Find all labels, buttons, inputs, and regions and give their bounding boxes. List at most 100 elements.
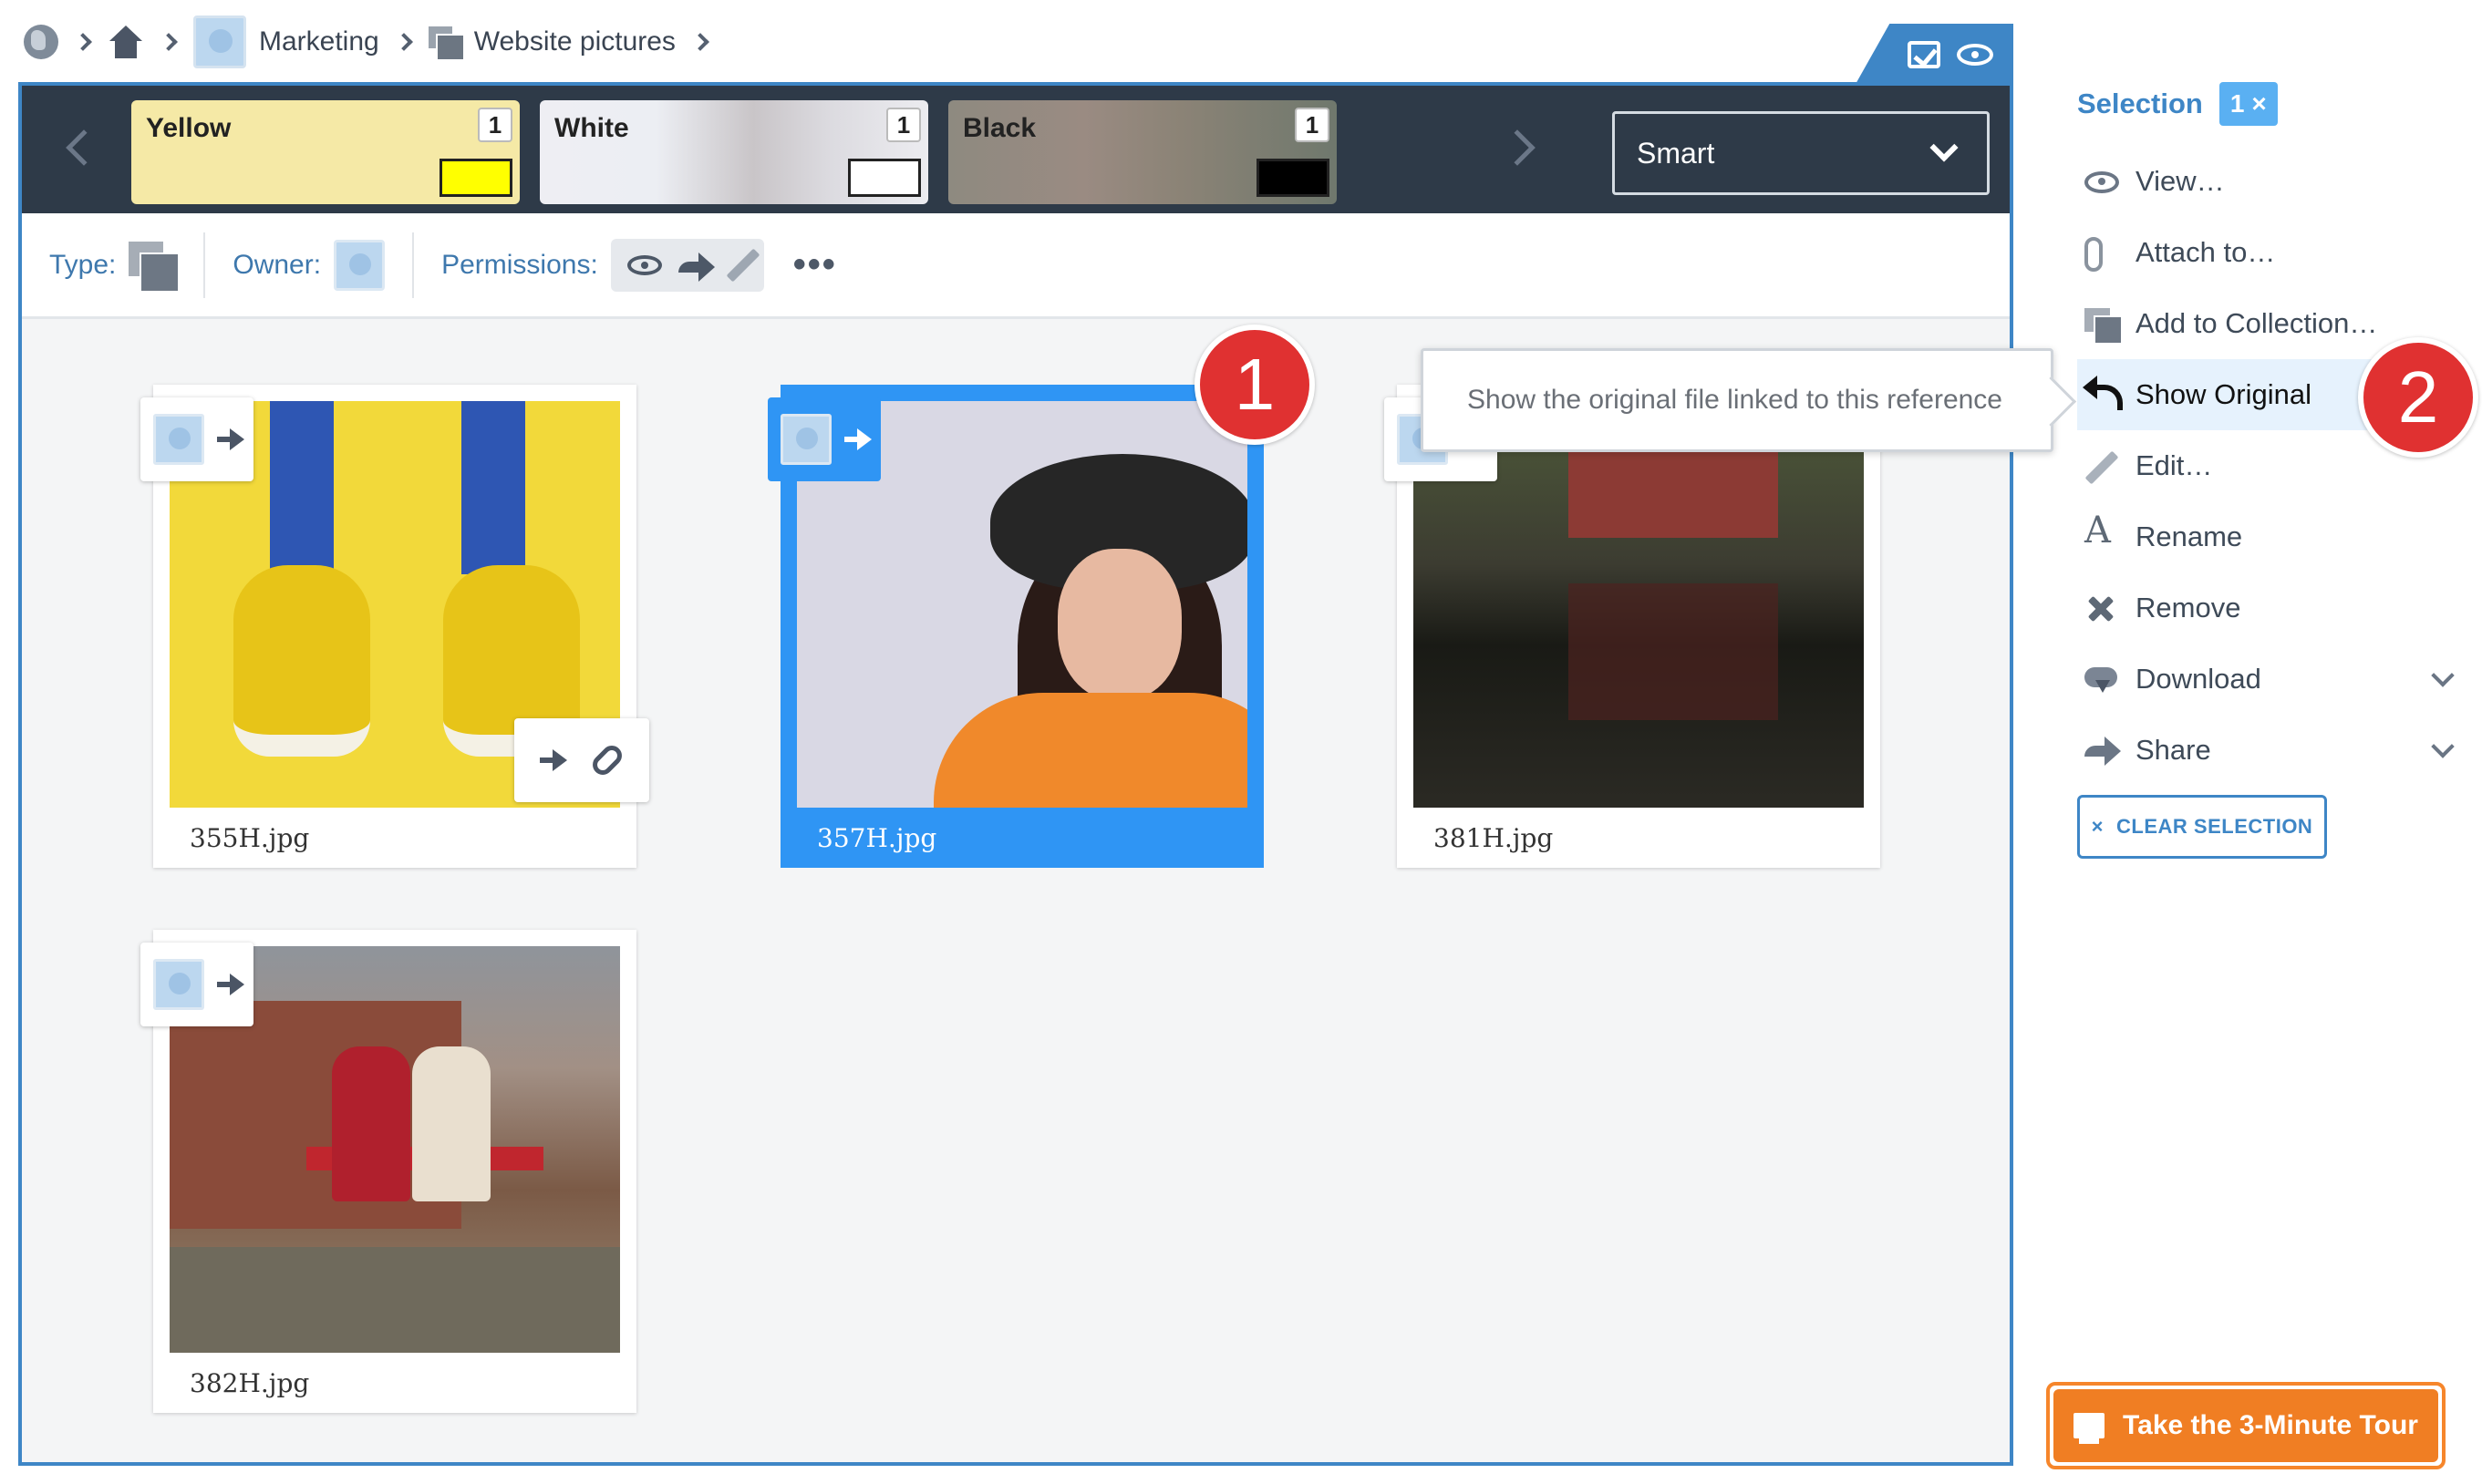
arrow-right-icon — [217, 974, 244, 995]
arrow-right-icon[interactable] — [540, 749, 567, 771]
color-chip — [440, 159, 512, 197]
menu-item-label: Share — [2136, 734, 2211, 766]
collection-type-icon — [129, 241, 181, 293]
marketing-avatar-icon — [193, 15, 246, 68]
breadcrumb-item-marketing[interactable]: Marketing — [259, 26, 379, 57]
clear-selection-label: CLEAR SELECTION — [2116, 815, 2313, 838]
take-tour-inner: Take the 3-Minute Tour — [2053, 1389, 2438, 1462]
rename-icon: A — [2084, 510, 2111, 551]
marketing-avatar-icon — [781, 414, 832, 465]
permissions-filter-label: Permissions: — [441, 249, 598, 280]
marketing-avatar-icon — [153, 959, 204, 1010]
paperclip-icon — [2084, 237, 2103, 272]
marketing-avatar-icon — [153, 414, 204, 465]
permissions-icons — [610, 238, 764, 292]
clear-selection-button[interactable]: × CLEAR SELECTION — [2077, 795, 2327, 859]
collection-icon — [2084, 308, 2123, 345]
menu-item-remove[interactable]: Remove — [2077, 572, 2460, 644]
share-icon — [677, 251, 715, 282]
selection-count-badge[interactable]: 1 × — [2218, 82, 2278, 126]
checkbox-mode-icon[interactable] — [1908, 41, 1940, 68]
color-filter-count: 1 — [1295, 108, 1329, 142]
close-icon: × — [2091, 815, 2105, 838]
color-filter-yellow[interactable]: Yellow 1 — [131, 100, 520, 204]
file-name: 357H.jpg — [817, 823, 937, 853]
pencil-icon — [2084, 450, 2119, 481]
chevron-right-icon — [394, 33, 413, 51]
color-chip — [1257, 159, 1329, 197]
selection-label: Selection — [2077, 88, 2203, 119]
color-filter-white[interactable]: White 1 — [540, 100, 928, 204]
file-card-355h[interactable]: 355H.jpg — [140, 385, 649, 868]
selection-actions-menu: View… Attach to… Add to Collection… Show… — [2077, 146, 2460, 786]
breadcrumb: Marketing Website pictures — [24, 15, 712, 68]
show-original-tooltip: Show the original file linked to this re… — [1421, 348, 2053, 452]
type-filter[interactable]: Type: — [22, 232, 206, 298]
file-name: 355H.jpg — [190, 823, 310, 853]
cloud-download-icon — [2084, 664, 2119, 695]
file-card-357h[interactable]: 357H.jpg — [768, 385, 1264, 868]
permissions-filter[interactable]: Permissions: ••• — [414, 232, 864, 298]
step-marker-2: 2 — [2358, 337, 2478, 458]
chevron-down-icon[interactable] — [2431, 735, 2455, 758]
owner-filter-label: Owner: — [233, 249, 322, 280]
take-tour-label: Take the 3-Minute Tour — [2123, 1410, 2418, 1440]
menu-item-show-original[interactable]: Show Original — [2077, 359, 2384, 430]
chevron-right-icon — [160, 33, 178, 51]
pencil-icon — [726, 248, 760, 282]
menu-item-label: View… — [2136, 165, 2225, 197]
eye-icon — [2084, 171, 2119, 193]
eye-icon — [626, 254, 662, 275]
close-icon — [2084, 593, 2119, 623]
reference-badge[interactable] — [140, 943, 253, 1026]
selection-sidebar: Selection 1 × View… Attach to… Add to Co… — [2042, 0, 2482, 1484]
file-card-382h[interactable]: 382H.jpg — [140, 930, 636, 1413]
menu-item-download[interactable]: Download — [2077, 644, 2460, 715]
color-chip — [848, 159, 921, 197]
menu-item-label: Add to Collection… — [2136, 307, 2378, 339]
file-card-381h[interactable]: 381H.jpg — [1384, 385, 1880, 868]
menu-item-share[interactable]: Share — [2077, 715, 2460, 786]
owner-filter[interactable]: Owner: — [205, 232, 415, 298]
menu-item-rename[interactable]: A Rename — [2077, 501, 2460, 572]
file-browser: Yellow 1 White 1 Black 1 Smart Type: Own… — [18, 82, 2013, 1466]
chevron-left-icon[interactable] — [66, 129, 102, 166]
chevron-down-icon[interactable] — [2431, 664, 2455, 687]
undo-icon — [2083, 376, 2123, 410]
link-icon[interactable] — [588, 741, 626, 779]
chevron-down-icon — [1929, 133, 1959, 162]
selection-count: 1 — [2229, 89, 2245, 118]
file-name: 382H.jpg — [190, 1368, 310, 1398]
color-filter-strip: Yellow 1 White 1 Black 1 Smart — [22, 86, 2010, 213]
chevron-right-icon — [74, 33, 92, 51]
menu-item-label: Download — [2136, 663, 2261, 695]
color-filter-label: Yellow — [146, 113, 232, 143]
more-options-icon[interactable]: ••• — [793, 244, 837, 285]
chevron-right-icon[interactable] — [1499, 129, 1536, 166]
menu-item-attach[interactable]: Attach to… — [2077, 217, 2460, 288]
share-icon — [2084, 735, 2121, 766]
tooltip-text: Show the original file linked to this re… — [1467, 385, 2002, 415]
menu-item-label: Remove — [2136, 592, 2241, 623]
reference-badge[interactable] — [768, 397, 881, 481]
menu-item-view[interactable]: View… — [2077, 146, 2460, 217]
step-marker-1: 1 — [1194, 325, 1315, 445]
home-icon[interactable] — [108, 26, 144, 58]
color-filter-count: 1 — [886, 108, 921, 142]
file-name: 381H.jpg — [1433, 823, 1554, 853]
color-filter-black[interactable]: Black 1 — [948, 100, 1337, 204]
sort-select[interactable]: Smart — [1612, 111, 1990, 195]
selection-header: Selection 1 × — [2077, 82, 2278, 126]
chevron-right-icon[interactable] — [691, 33, 709, 51]
menu-item-label: Rename — [2136, 520, 2243, 552]
link-actions — [514, 718, 649, 802]
collection-icon — [428, 26, 465, 61]
color-filter-label: Black — [963, 113, 1037, 143]
preview-mode-icon[interactable] — [1957, 44, 1993, 66]
type-filter-label: Type: — [49, 249, 117, 280]
owner-avatar-icon — [334, 239, 386, 291]
breadcrumb-item-website-pictures[interactable]: Website pictures — [474, 26, 676, 57]
globe-icon[interactable] — [24, 25, 58, 59]
take-tour-button[interactable]: Take the 3-Minute Tour — [2046, 1382, 2446, 1469]
reference-badge[interactable] — [140, 397, 253, 481]
